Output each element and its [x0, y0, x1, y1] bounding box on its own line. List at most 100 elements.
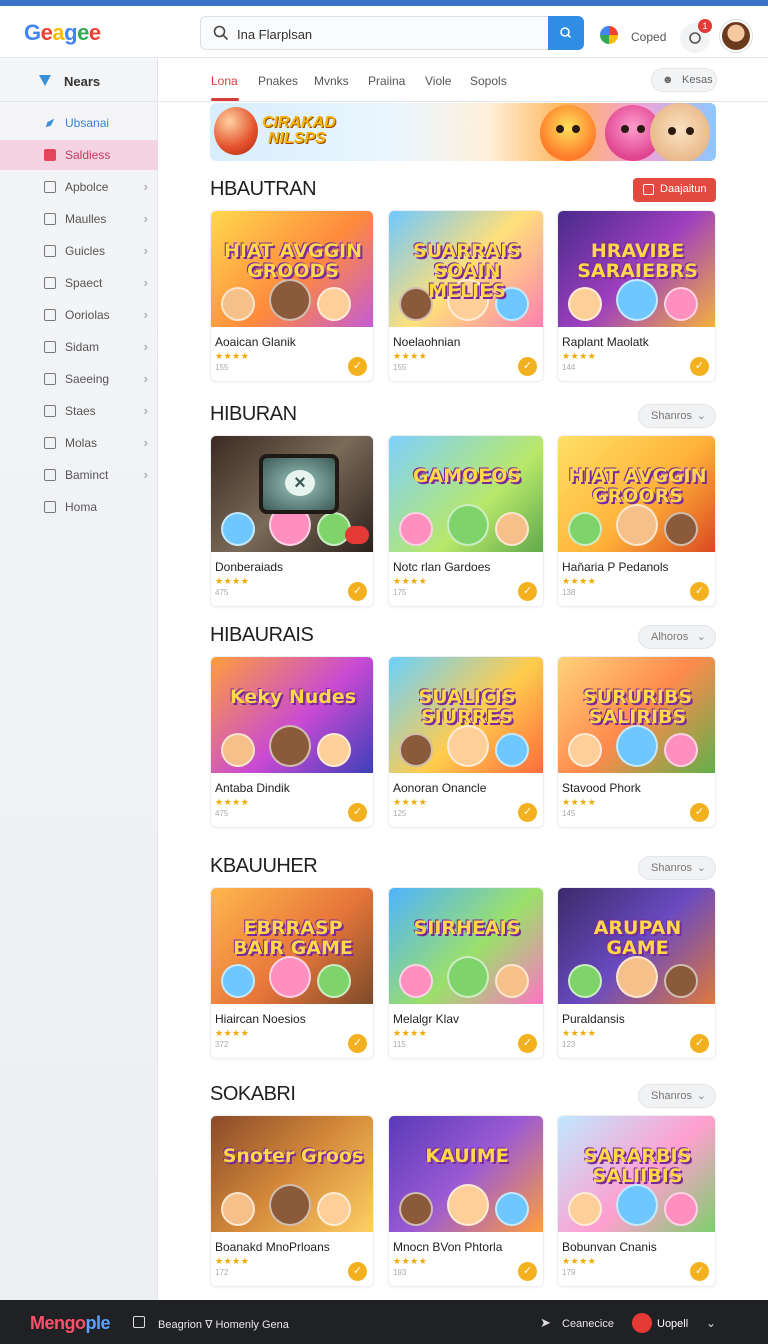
- game-thumbnail[interactable]: SARARBIS SALIIBIS: [558, 1116, 715, 1232]
- sidebar-title: Nears: [64, 74, 101, 89]
- sidebar-item-molas[interactable]: Molas ›: [0, 428, 158, 458]
- check-icon[interactable]: ✓: [348, 803, 367, 822]
- game-card[interactable]: EBRRASP BAIR GAME Hiaircan Noesios ★★★★ 372…: [210, 887, 374, 1059]
- tab-lona[interactable]: Lona: [211, 74, 238, 88]
- sort-dropdown-label: Shanros: [651, 410, 692, 422]
- user-label[interactable]: Uopell: [657, 1318, 688, 1330]
- sort-dropdown[interactable]: Shanros ⌄: [638, 404, 716, 428]
- character-image: [317, 1192, 351, 1226]
- game-card[interactable]: ARUPAN GAME Puraldansis ★★★★ 123 ✓: [557, 887, 716, 1059]
- game-card[interactable]: SUARRAIS SOAIN MELIES Noelaohnian ★★★★ 155 ✓: [388, 210, 544, 382]
- sidebar-item-label: Staes: [65, 404, 96, 418]
- game-card[interactable]: SURURIBS SALIRIBS Stavood Phork ★★★★ 145 ✓: [557, 656, 716, 828]
- check-icon[interactable]: ✓: [690, 1034, 709, 1053]
- game-card[interactable]: SUALICIS SIURRES Aonoran Onancle ★★★★ 125 ✓: [388, 656, 544, 828]
- game-card[interactable]: KAUIME Mnocn BVon Phtorla ★★★★ 193 ✓: [388, 1115, 544, 1287]
- tab-pnakes[interactable]: Pnakes: [258, 74, 298, 88]
- check-icon[interactable]: ✓: [518, 1262, 537, 1281]
- tab-viole[interactable]: Viole: [425, 74, 451, 88]
- game-name: Aonoran Onancle: [393, 781, 487, 795]
- tab-mvnks[interactable]: Mvnks: [314, 74, 349, 88]
- profile-label[interactable]: Coped: [631, 30, 666, 44]
- game-thumbnail[interactable]: EBRRASP BAIR GAME: [211, 888, 373, 1004]
- section-action-button[interactable]: Daajaitun: [633, 178, 716, 202]
- sidebar-item-apbolce[interactable]: Apbolce ›: [0, 172, 158, 202]
- character-image: [568, 287, 602, 321]
- check-icon[interactable]: ✓: [348, 357, 367, 376]
- sort-dropdown[interactable]: Shanros ⌄: [638, 1084, 716, 1108]
- check-icon[interactable]: ✓: [690, 582, 709, 601]
- tab-sopols[interactable]: Sopols: [470, 74, 507, 88]
- sidebar-item-saldiess[interactable]: Saldiess: [0, 140, 158, 170]
- sidebar-item-homa[interactable]: Homa: [0, 492, 158, 522]
- check-icon[interactable]: ✓: [690, 357, 709, 376]
- sidebar-item-spaect[interactable]: Spaect ›: [0, 268, 158, 298]
- check-icon[interactable]: ✓: [690, 1262, 709, 1281]
- app-logo[interactable]: Geagee: [24, 20, 101, 46]
- game-card[interactable]: Keky Nudes Antaba Dindik ★★★★ 475 ✓: [210, 656, 374, 828]
- section-title: HBAUTRAN: [210, 178, 317, 200]
- game-thumbnail[interactable]: Snoter Groos: [211, 1116, 373, 1232]
- check-icon[interactable]: ✓: [348, 1034, 367, 1053]
- sidebar-item-baminct[interactable]: Baminct ›: [0, 460, 158, 490]
- sidebar-item-maulles[interactable]: Maulles ›: [0, 204, 158, 234]
- character-image: [650, 103, 710, 161]
- game-thumbnail[interactable]: HRAVIBE SARAIEBRS: [558, 211, 715, 327]
- sidebar-header[interactable]: Nears: [0, 58, 158, 102]
- sidebar-item-staes[interactable]: Staes ›: [0, 396, 158, 426]
- filter-button[interactable]: ☻ Kesas: [651, 68, 717, 92]
- sidebar-item-ubsanai[interactable]: Ubsanai: [0, 108, 158, 138]
- sort-dropdown[interactable]: Shanros ⌄: [638, 856, 716, 880]
- check-icon[interactable]: ✓: [518, 1034, 537, 1053]
- check-icon[interactable]: ✓: [518, 357, 537, 376]
- sidebar-item-sidam[interactable]: Sidam ›: [0, 332, 158, 362]
- external-icon: [643, 184, 654, 195]
- sidebar-item-guicles[interactable]: Guicles ›: [0, 236, 158, 266]
- character-image: [447, 504, 489, 546]
- pen-icon: [45, 118, 55, 128]
- promo-banner[interactable]: CIRAKAD NILSPS: [210, 103, 716, 161]
- game-card[interactable]: HIAT AVGGIN GROORS Haňaria P Pedanols ★★★★…: [557, 435, 716, 607]
- game-card[interactable]: SIIRHEAIS Melalgr Klav ★★★★ 115 ✓: [388, 887, 544, 1059]
- chevron-down-icon[interactable]: ⌄: [706, 1316, 716, 1330]
- game-thumbnail[interactable]: SUALICIS SIURRES: [389, 657, 543, 773]
- sidebar-item-ooriolas[interactable]: Ooriolas ›: [0, 300, 158, 330]
- game-thumbnail[interactable]: Keky Nudes: [211, 657, 373, 773]
- bottom-bar-text[interactable]: Beagrion ∇ Homenly Gena: [158, 1318, 289, 1331]
- sidebar-item-saeeing[interactable]: Saeeing ›: [0, 364, 158, 394]
- user-icon[interactable]: [632, 1313, 652, 1333]
- tab-praiina[interactable]: Praiina: [368, 74, 405, 88]
- notifications-button[interactable]: 1: [680, 19, 712, 53]
- game-thumbnail[interactable]: KAUIME: [389, 1116, 543, 1232]
- game-thumbnail[interactable]: GAMOEOS: [389, 436, 543, 552]
- sort-dropdown[interactable]: Alhoros ⌄: [638, 625, 716, 649]
- game-thumbnail[interactable]: SUARRAIS SOAIN MELIES: [389, 211, 543, 327]
- game-thumbnail[interactable]: SIIRHEAIS: [389, 888, 543, 1004]
- tv-screen-image: ×: [259, 454, 339, 514]
- avatar[interactable]: [720, 20, 752, 52]
- bottom-logo[interactable]: Mengople: [30, 1313, 111, 1334]
- item-icon: [44, 437, 56, 449]
- game-card[interactable]: × Donberaiads ★★★★ 475 ✓: [210, 435, 374, 607]
- check-icon[interactable]: ✓: [348, 1262, 367, 1281]
- game-card[interactable]: HIAT AVGGIN GROODS Aoaican Glanik ★★★★ 155 ✓: [210, 210, 374, 382]
- game-thumbnail[interactable]: SURURIBS SALIRIBS: [558, 657, 715, 773]
- game-thumbnail[interactable]: HIAT AVGGIN GROORS: [558, 436, 715, 552]
- profile-color-icon[interactable]: [600, 26, 618, 44]
- game-thumbnail[interactable]: HIAT AVGGIN GROODS: [211, 211, 373, 327]
- bottom-bar-link[interactable]: Ceanecice: [562, 1318, 614, 1330]
- game-card[interactable]: HRAVIBE SARAIEBRS Raplant Maolatk ★★★★ 144 ✓: [557, 210, 716, 382]
- game-card[interactable]: GAMOEOS Notc rlan Gardoes ★★★★ 175 ✓: [388, 435, 544, 607]
- game-thumbnail[interactable]: ARUPAN GAME: [558, 888, 715, 1004]
- check-icon[interactable]: ✓: [518, 803, 537, 822]
- game-card[interactable]: Snoter Groos Boanakd MnoPrloans ★★★★ 172 ✓: [210, 1115, 374, 1287]
- section-title: HIBAURAIS: [210, 624, 314, 646]
- game-thumbnail[interactable]: ×: [211, 436, 373, 552]
- check-icon[interactable]: ✓: [348, 582, 367, 601]
- check-icon[interactable]: ✓: [690, 803, 709, 822]
- game-card[interactable]: SARARBIS SALIIBIS Bobunvan Cnanis ★★★★ 179 ✓: [557, 1115, 716, 1287]
- chevron-down-icon: ⌄: [696, 410, 706, 422]
- search-input[interactable]: [237, 23, 537, 45]
- search-button[interactable]: [548, 16, 584, 50]
- check-icon[interactable]: ✓: [518, 582, 537, 601]
